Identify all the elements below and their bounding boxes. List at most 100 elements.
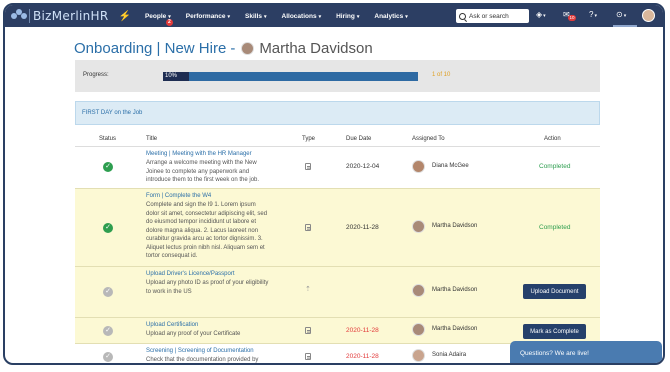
assignee-avatar [412,284,425,297]
nav-hiring[interactable]: Hiring ▾ [336,13,359,20]
section-header[interactable]: FIRST DAY on the Job [75,101,600,125]
progress-panel: Progress: 10% 1 of 10 [75,60,600,92]
chevron-down-icon: ▾ [227,13,231,20]
live-chat-widget[interactable]: Questions? We are live! [510,341,662,363]
completed-status: Completed [539,163,571,170]
page-title-text: Onboarding | New Hire [74,40,227,57]
chevron-down-icon: ▾ [356,13,360,20]
logo[interactable]: BizMerlinHR [11,8,108,24]
logo-text: BizMerlinHR [29,9,108,23]
chevron-down-icon: ▾ [264,13,267,20]
page-title: Onboarding | New Hire - Martha Davidson [74,40,373,57]
table-row: ✓ Meeting | Meeting with the HR Manager … [75,147,600,189]
header-assigned: Assigned To [412,136,445,142]
header-status: Status [99,136,117,142]
search-box[interactable] [456,9,529,23]
due-date: 2020-11-28 [346,224,379,231]
check-icon: ✓ [103,287,113,297]
chat-label: Questions? We are live! [520,350,589,357]
chevron-down-icon: ▾ [623,13,627,19]
header-title: Title [146,136,158,142]
assignee-avatar [412,220,425,233]
main-menu: People ▾ 2 Performance ▾ Skills ▾ Allocatio… [144,12,423,26]
check-icon: ✓ [103,223,113,233]
assignee-name: Sonia Adaira [432,352,467,358]
notification-badge: 2 [165,18,173,26]
chevron-down-icon: ▾ [543,13,546,19]
mail-icon[interactable]: ✉ 10 [563,10,577,21]
progress-bar: 10% [163,72,418,81]
upload-type-icon: ⇡ [305,286,311,293]
check-icon: ✓ [103,326,113,336]
check-icon: ✓ [103,162,113,172]
header-due: Due Date [346,136,372,142]
nav-analytics[interactable]: Analytics ▾ [374,13,407,20]
title-separator: - [230,40,236,57]
logo-icon [11,9,27,23]
due-date-overdue: 2020-11-28 [346,353,379,360]
table-row: ✓ Form | Complete the W4 Complete and si… [75,189,600,267]
progress-count: 1 of 10 [432,72,451,78]
check-icon: ✓ [103,352,113,362]
top-navbar: BizMerlinHR ⚡ People ▾ 2 Performance ▾ Ski… [5,5,663,27]
assignee-name: Martha Davidson [432,287,478,293]
employee-name[interactable]: Martha Davidson [259,40,372,57]
mail-badge: 10 [568,15,577,21]
table-header: Status Title Type Due Date Assigned To A… [75,131,600,147]
task-title-link[interactable]: Form | Complete the W4 [146,193,211,199]
nav-performance-label: Performance [185,12,226,20]
user-avatar[interactable] [642,9,655,22]
search-input[interactable] [469,12,527,20]
header-action: Action [544,136,561,142]
nav-allocations[interactable]: Allocations ▾ [282,13,322,20]
due-date-overdue: 2020-11-28 [346,327,379,334]
section-title: FIRST DAY on the Job [82,110,143,116]
table-row: ✓ Upload Driver's Licence/Passport Uploa… [75,267,600,318]
due-date: 2020-12-04 [346,163,380,170]
task-title-link[interactable]: Screening | Screening of Documentation [146,348,254,354]
task-description: Complete and sign the I9 1. Lorem ipsum … [146,202,268,259]
assignee-name: Martha Davidson [432,326,478,332]
task-description: Upload any proof of your Certificate [146,331,241,337]
task-description: Check that the documentation provided by [146,357,259,363]
progress-percent: 10% [165,73,178,79]
header-type: Type [302,136,316,142]
task-title-link[interactable]: Upload Driver's Licence/Passport [146,271,235,277]
app-frame: BizMerlinHR ⚡ People ▾ 2 Performance ▾ Ski… [3,3,665,365]
nav-people[interactable]: People ▾ 2 [144,12,173,26]
upload-type-icon [305,327,311,334]
task-description: Arrange a welcome meeting with the New J… [146,160,260,183]
upload-document-button[interactable]: Upload Document [523,284,586,299]
assignee-avatar [412,349,425,362]
search-icon [459,12,466,20]
assignee-name: Diana McGee [432,163,469,169]
nav-hiring-label: Hiring [336,12,355,20]
assignee-avatar [412,160,425,173]
task-description: Upload any photo ID as proof of your eli… [146,280,269,295]
settings-icon[interactable]: ⊙▾ [616,10,626,19]
layers-icon[interactable]: ◈▾ [536,10,546,19]
help-icon[interactable]: ?▾ [589,10,597,19]
bolt-icon[interactable]: ⚡ [118,11,130,22]
completed-status: Completed [539,224,571,231]
nav-analytics-label: Analytics [374,12,404,20]
document-type-icon [305,353,311,360]
nav-skills-label: Skills [245,12,263,20]
tasks-table: Status Title Type Due Date Assigned To A… [75,131,600,363]
mark-complete-button[interactable]: Mark as Complete [523,324,586,339]
nav-performance[interactable]: Performance ▾ [186,13,230,20]
assignee-name: Martha Davidson [432,223,478,229]
active-indicator [613,25,637,27]
task-title-link[interactable]: Upload Certification [146,322,198,328]
employee-avatar [241,42,255,55]
nav-allocations-label: Allocations [281,12,317,20]
meeting-type-icon [305,163,311,170]
chevron-down-icon: ▾ [405,13,408,20]
progress-label: Progress: [83,72,109,78]
chevron-down-icon: ▾ [318,13,322,20]
nav-people-label: People [144,12,167,20]
assignee-avatar [412,323,425,336]
form-type-icon [305,224,311,231]
nav-skills[interactable]: Skills ▾ [245,13,267,20]
task-title-link[interactable]: Meeting | Meeting with the HR Manager [146,151,252,157]
